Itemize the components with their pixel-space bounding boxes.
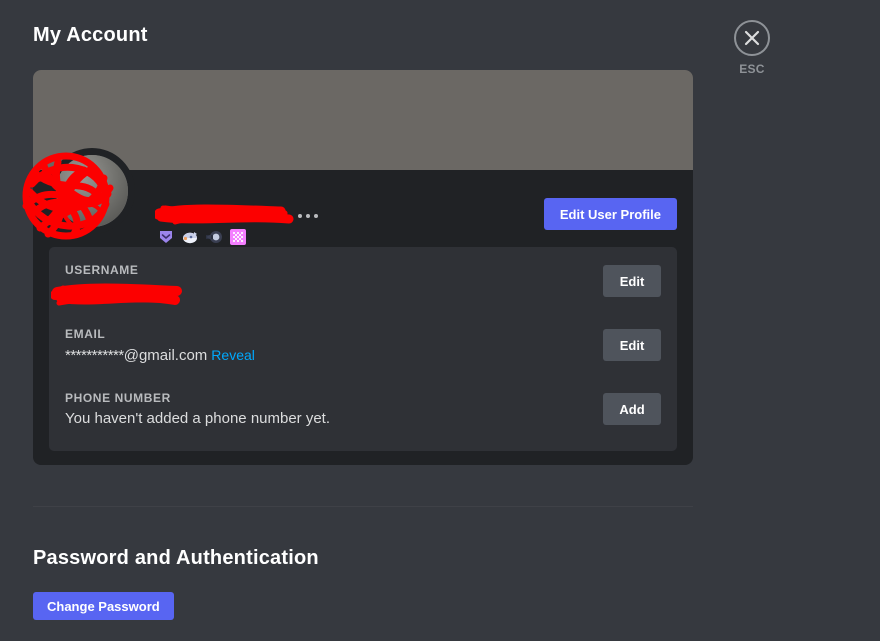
add-phone-button[interactable]: Add (603, 393, 661, 425)
username-label: USERNAME (65, 263, 139, 277)
display-name-redacted (155, 204, 294, 225)
change-password-button[interactable]: Change Password (33, 592, 174, 620)
phone-label: PHONE NUMBER (65, 391, 171, 405)
nitro-shield-badge[interactable] (157, 228, 175, 246)
close-x-icon[interactable] (734, 20, 770, 56)
email-label: EMAIL (65, 327, 106, 341)
account-fields-panel: USERNAME Edit EMAIL ***********@gmail.co… (49, 247, 677, 451)
field-row-username: USERNAME Edit (51, 263, 661, 307)
section-divider (33, 506, 693, 507)
phone-value: You haven't added a phone number yet. (65, 410, 331, 427)
display-name-trailing-dots (298, 214, 318, 218)
email-value-row: ***********@gmail.com Reveal (65, 345, 661, 366)
profile-badges (157, 228, 247, 246)
username-redacted (51, 283, 182, 306)
password-section-title: Password and Authentication (33, 547, 319, 569)
edit-email-button[interactable]: Edit (603, 329, 661, 361)
avatar[interactable] (49, 148, 135, 234)
field-row-email: EMAIL ***********@gmail.com Reveal Edit (65, 327, 661, 371)
field-row-phone: PHONE NUMBER You haven't added a phone n… (65, 391, 661, 435)
page-title: My Account (33, 24, 148, 46)
profile-banner (33, 70, 693, 170)
close-modal-button[interactable]: ESC (729, 20, 775, 76)
avatar-image (56, 155, 128, 227)
account-card: Edit User Profile USERNAME Edit EMAIL **… (33, 70, 693, 465)
edit-user-profile-button[interactable]: Edit User Profile (543, 198, 677, 230)
early-supporter-badge[interactable] (181, 228, 199, 246)
hypesquad-badge[interactable] (205, 228, 223, 246)
active-developer-badge[interactable] (229, 228, 247, 246)
reveal-email-link[interactable]: Reveal (211, 347, 255, 363)
email-domain-part: @gmail.com (123, 347, 208, 364)
close-label: ESC (739, 62, 765, 76)
email-masked-part: *********** (65, 347, 124, 364)
edit-username-button[interactable]: Edit (603, 265, 661, 297)
